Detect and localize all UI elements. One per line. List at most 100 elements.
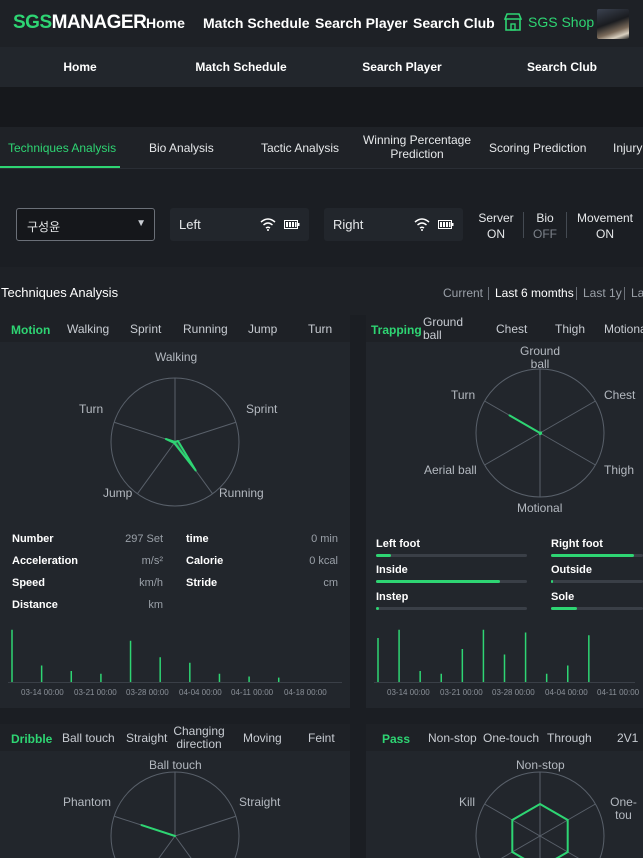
- pass-radar-chart: [475, 771, 605, 858]
- stat-label: Calorie: [186, 555, 224, 567]
- trap-bar-fill: [376, 554, 392, 557]
- chevron-down-icon: ▼: [136, 218, 146, 229]
- radar-axis: [136, 441, 176, 495]
- trap-bar: [551, 580, 643, 583]
- stat-value: 0 min: [311, 533, 338, 545]
- period-last-6-months[interactable]: Last 6 momths: [495, 286, 574, 300]
- radar-axis: [158, 835, 176, 858]
- motion-radar-chart: [110, 377, 240, 507]
- trap-bar: [551, 554, 643, 557]
- device-left[interactable]: Left: [170, 208, 309, 241]
- player-select[interactable]: 구성윤 ▼: [16, 208, 155, 241]
- motion-radar-label: Running: [219, 486, 264, 500]
- motion-timeline-chart: [8, 629, 342, 683]
- status-movement-name: Movement: [576, 211, 634, 225]
- device-right-label: Right: [333, 217, 364, 232]
- wifi-icon: [260, 218, 276, 231]
- trapping-timeline-chart: [374, 629, 635, 683]
- stat-label: Distance: [12, 599, 58, 611]
- radar-axis: [484, 432, 541, 466]
- radar-axis: [539, 432, 596, 466]
- stat-value: 0 kcal: [309, 555, 338, 567]
- x-tick-label: 04-11 00:00: [597, 688, 640, 697]
- trapping-panel: Trapping Ground ball Chest Thigh Motiona…: [366, 315, 643, 708]
- top-bar: SGSMANAGER Home Match Schedule Search Pl…: [0, 0, 643, 47]
- topnav-match-schedule[interactable]: Match Schedule: [203, 15, 310, 31]
- status-server-value: ON: [487, 227, 505, 241]
- topnav-home[interactable]: Home: [146, 15, 185, 31]
- x-tick-label: 03-28 00:00: [492, 688, 535, 697]
- stat-value: m/s²: [141, 555, 163, 567]
- subnav-match-schedule[interactable]: Match Schedule: [195, 60, 286, 74]
- stat-label: time: [186, 533, 209, 545]
- radar-series-shape: [508, 414, 543, 436]
- motion-radar-label: Jump: [103, 486, 133, 500]
- x-tick-label: 03-28 00:00: [126, 688, 169, 697]
- stat-value: km/h: [139, 577, 163, 589]
- wifi-icon: [414, 218, 430, 231]
- trap-bar-label: Inside: [376, 564, 408, 576]
- motion-radar-label: Walking: [155, 350, 198, 364]
- pass-panel: Pass Non-stop One-touch Through 2V1 Non-…: [366, 724, 643, 858]
- shop-label: SGS Shop: [528, 14, 595, 30]
- status-movement: Movement ON: [574, 210, 636, 242]
- divider: [566, 212, 567, 238]
- subnav-home[interactable]: Home: [63, 60, 96, 74]
- pass-radar-label: One-tou: [610, 795, 637, 822]
- tab-bio-analysis[interactable]: Bio Analysis: [149, 141, 214, 155]
- radar-axis: [174, 815, 237, 837]
- trapping-radar-label: Chest: [604, 388, 636, 402]
- tab-scoring-prediction[interactable]: Scoring Prediction: [489, 141, 586, 155]
- subnav-search-club[interactable]: Search Club: [527, 60, 597, 74]
- avatar[interactable]: [597, 9, 629, 39]
- motion-radar-label: Sprint: [246, 402, 278, 416]
- device-right[interactable]: Right: [324, 208, 463, 241]
- stat-label: Speed: [12, 577, 46, 589]
- x-tick-label: 03-21 00:00: [74, 688, 117, 697]
- trap-bar-label: Right foot: [551, 538, 603, 550]
- x-tick-label: 03-14 00:00: [387, 688, 430, 697]
- radar-axis: [174, 835, 192, 858]
- tab-winning-percentage[interactable]: Winning Percentage Prediction: [362, 133, 472, 161]
- period-more[interactable]: La: [631, 286, 643, 300]
- brand-logo[interactable]: SGSMANAGER: [13, 12, 147, 34]
- radar-series-shape: [164, 438, 197, 472]
- x-tick-label: 03-21 00:00: [440, 688, 483, 697]
- shop-link[interactable]: SGS Shop: [503, 13, 594, 31]
- battery-icon: [284, 220, 300, 229]
- section-title: Techniques Analysis: [1, 285, 119, 300]
- radar-axis: [539, 400, 596, 434]
- x-tick-label: 04-04 00:00: [545, 688, 588, 697]
- pass-radar-label: Kill: [459, 795, 476, 809]
- x-tick-label: 04-11 00:00: [231, 688, 274, 697]
- tab-techniques-analysis[interactable]: Techniques Analysis: [8, 141, 116, 155]
- period-current[interactable]: Current: [443, 286, 483, 300]
- trap-bar-label: Left foot: [376, 538, 420, 550]
- trapping-radar-label: Aerial ball: [424, 463, 477, 477]
- period-last-1y[interactable]: Last 1y: [583, 286, 622, 300]
- dribble-radar-label: Phantom: [63, 795, 112, 809]
- analysis-tabs: Techniques Analysis Bio Analysis Tactic …: [0, 127, 643, 169]
- subnav-search-player[interactable]: Search Player: [362, 60, 441, 74]
- trapping-radar-label: Ground ball: [519, 344, 561, 371]
- trap-bar-fill: [551, 554, 634, 557]
- dribble-radar-chart: [110, 771, 240, 858]
- sub-nav: Home Match Schedule Search Player Search…: [0, 47, 643, 87]
- stat-label: Acceleration: [12, 555, 79, 567]
- stat-value: 297 Set: [125, 533, 163, 545]
- trap-bar: [376, 607, 527, 610]
- divider: [576, 287, 577, 300]
- tab-tactic-analysis[interactable]: Tactic Analysis: [261, 141, 339, 155]
- topnav-search-player[interactable]: Search Player: [315, 15, 408, 31]
- trapping-radar-label: Motional: [517, 501, 563, 515]
- shop-icon: [503, 13, 523, 31]
- trapping-radar-label: Thigh: [604, 463, 635, 477]
- topnav-search-club[interactable]: Search Club: [413, 15, 495, 31]
- status-bio-value: OFF: [533, 227, 557, 241]
- dribble-radar-label: Straight: [239, 795, 281, 809]
- tab-injury[interactable]: Injury: [613, 141, 642, 155]
- player-select-value: 구성윤: [27, 220, 61, 234]
- motion-panel: Motion Walking Sprint Running Jump Turn …: [0, 315, 350, 708]
- trap-bar-fill: [376, 580, 500, 583]
- trap-bar: [376, 554, 527, 557]
